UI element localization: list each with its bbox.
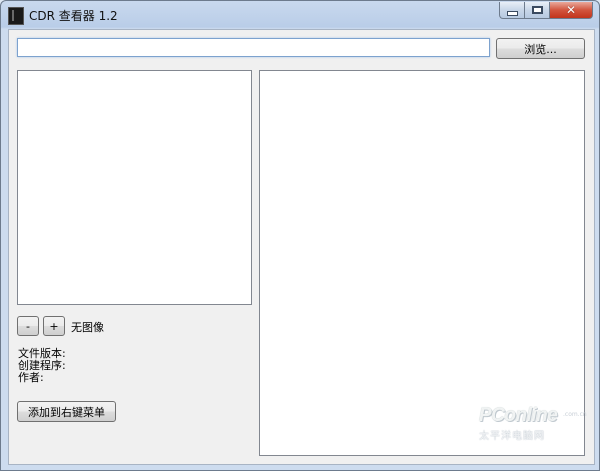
zoom-out-button[interactable]: - xyxy=(17,316,39,336)
client-area: 浏览... - + 无图像 文件版本: 创建程序: 作者: 添加到右键菜单 xyxy=(8,29,595,465)
file-path-input[interactable] xyxy=(17,38,490,57)
author-label: 作者: xyxy=(18,371,44,384)
watermark-tagline: 太平洋电脑网 xyxy=(479,431,545,442)
caption-buttons: ✕ xyxy=(499,2,593,20)
close-button[interactable]: ✕ xyxy=(550,2,593,19)
minimize-button[interactable] xyxy=(499,2,525,19)
title-bar[interactable]: CDR 查看器 1.2 ✕ xyxy=(1,1,599,29)
minimize-icon xyxy=(506,10,518,16)
app-window: CDR 查看器 1.2 ✕ 浏览... - + 无图像 文件版本: 创建程序: … xyxy=(0,0,600,471)
image-status-label: 无图像 xyxy=(71,321,104,334)
close-icon: ✕ xyxy=(565,3,577,17)
thumbnail-panel[interactable] xyxy=(17,70,252,305)
watermark-domain: .com.cn xyxy=(563,411,587,418)
watermark-logo: PConline .com.cn 太平洋电脑网 xyxy=(479,405,589,445)
maximize-icon xyxy=(531,6,543,14)
zoom-in-button[interactable]: + xyxy=(43,316,65,336)
watermark-brand: PConline xyxy=(479,405,558,426)
preview-panel[interactable] xyxy=(259,70,585,456)
window-title: CDR 查看器 1.2 xyxy=(29,9,118,23)
maximize-button[interactable] xyxy=(525,2,550,19)
browse-button[interactable]: 浏览... xyxy=(496,38,585,59)
add-context-menu-button[interactable]: 添加到右键菜单 xyxy=(17,401,116,422)
app-icon[interactable] xyxy=(8,7,24,25)
